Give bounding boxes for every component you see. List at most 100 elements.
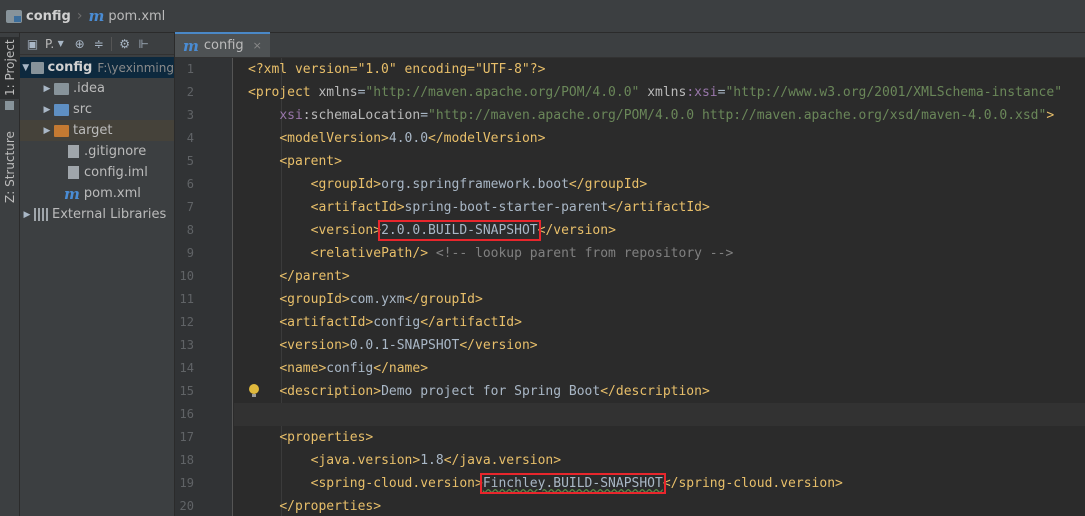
line-number: 14: [179, 361, 194, 375]
code-line: <spring-cloud.version>Finchley.BUILD-SNA…: [234, 472, 1085, 495]
editor-tab-bar: m config ×: [175, 32, 1085, 58]
collapsed-arrow-icon[interactable]: ▶: [20, 210, 34, 220]
project-tool-tab-label: 1: Project: [3, 39, 17, 97]
code-token: 0.0.1-SNAPSHOT: [349, 338, 460, 353]
code-token: >: [1046, 108, 1055, 123]
line-number: 9: [186, 246, 194, 260]
line-number-gutter: 1 2 3 4 5 6 7 8 9 10 11 12 13 14 15 16 1…: [175, 58, 233, 516]
locate-icon[interactable]: ⊕: [73, 37, 86, 51]
code-line: <java.version>1.8</java.version>: [234, 449, 1085, 472]
excluded-folder-icon: [54, 124, 69, 137]
tree-item-external-libraries[interactable]: ▶ External Libraries: [20, 204, 174, 225]
line-number: 18: [179, 453, 194, 467]
line-number: 10: [179, 269, 194, 283]
tool-icon[interactable]: [0, 101, 20, 115]
code-line: <project xmlns="http://maven.apache.org/…: [234, 81, 1085, 104]
code-token: xmlns: [318, 85, 358, 100]
code-token: Demo project for Spring Boot: [381, 384, 601, 399]
code-line: <version>2.0.0.BUILD-SNAPSHOT</version>: [234, 219, 1085, 242]
code-token: </spring-cloud.version>: [662, 476, 843, 491]
code-line: <relativePath/> <!-- lookup parent from …: [234, 242, 1085, 265]
code-token: </name>: [373, 361, 429, 376]
breadcrumb-file-label: pom.xml: [108, 8, 166, 24]
line-number: 12: [179, 315, 194, 329]
line-number: 17: [179, 430, 194, 444]
tree-item-target[interactable]: ▶ target: [20, 120, 174, 141]
code-line: <groupId>com.yxm</groupId>: [234, 288, 1085, 311]
breadcrumb-project[interactable]: config: [6, 9, 71, 24]
dropdown-arrow-icon[interactable]: ▼: [54, 37, 67, 50]
hide-panel-icon[interactable]: ⊩: [137, 37, 150, 51]
collapsed-arrow-icon[interactable]: ▶: [40, 126, 54, 136]
line-number: 3: [186, 108, 194, 122]
project-tool-tab[interactable]: 1: Project: [0, 37, 20, 99]
code-token: </groupId>: [568, 177, 648, 192]
code-token: <name>: [279, 361, 327, 376]
tree-item-config-iml[interactable]: config.iml: [20, 162, 174, 183]
tree-item-config[interactable]: ▼ config F:\yexinming: [20, 57, 174, 78]
code-token: com.yxm: [349, 292, 405, 307]
code-token: <java.version>: [310, 453, 421, 468]
breadcrumb-file[interactable]: m pom.xml: [88, 7, 165, 25]
code-token: </version>: [459, 338, 538, 353]
line-number: 5: [186, 154, 194, 168]
tree-item-label: External Libraries: [52, 207, 167, 222]
line-number: 20: [179, 499, 194, 513]
maven-icon: m: [64, 184, 80, 203]
code-token: <modelVersion>: [279, 131, 389, 146]
collapsed-arrow-icon[interactable]: ▶: [40, 105, 54, 115]
tree-item-pom[interactable]: m pom.xml: [20, 183, 174, 204]
settings-gear-icon[interactable]: ⚙: [118, 37, 131, 51]
line-number: 8: [186, 223, 194, 237]
code-token: config: [373, 315, 421, 330]
tree-item-label: target: [73, 123, 113, 138]
editor: m config × 1 2 3 4 5 6 7 8 9 10 11 12 13…: [175, 32, 1085, 516]
code-token: <parent>: [279, 154, 342, 169]
code-area[interactable]: <?xml version="1.0" encoding="UTF-8"?> <…: [234, 58, 1085, 516]
code-token: <relativePath/>: [310, 246, 429, 261]
code-token: <properties>: [279, 430, 374, 445]
code-token: 1.8: [420, 453, 444, 468]
editor-tab-config[interactable]: m config ×: [175, 32, 270, 57]
code-token: <version>: [310, 223, 382, 238]
line-number: 15: [179, 384, 194, 398]
library-icon: [34, 208, 48, 221]
project-view-icon: ▣: [26, 36, 39, 51]
code-token: <artifactId>: [310, 200, 405, 215]
project-toolbar: ▣ P. ▼ ⊕ ≑ ⚙ ⊩: [20, 33, 174, 55]
tree-item-gitignore[interactable]: .gitignore: [20, 141, 174, 162]
tree-item-src[interactable]: ▶ src: [20, 99, 174, 120]
code-line: </properties>: [234, 495, 1085, 516]
maven-icon: m: [183, 36, 199, 55]
code-token: "http://maven.apache.org/POM/4.0.0 http:…: [428, 108, 1047, 123]
iml-file-icon: [68, 166, 79, 179]
expand-arrow-icon[interactable]: ▼: [20, 63, 31, 73]
code-token: xsi: [279, 108, 303, 123]
tree-item-idea[interactable]: ▶ .idea: [20, 78, 174, 99]
line-number: 4: [186, 131, 194, 145]
line-number: 6: [186, 177, 194, 191]
code-line: <artifactId>spring-boot-starter-parent</…: [234, 196, 1085, 219]
code-line: <properties>: [234, 426, 1085, 449]
intention-bulb-icon[interactable]: [248, 384, 260, 398]
collapse-all-icon[interactable]: ≑: [92, 37, 105, 51]
tree-item-label: pom.xml: [83, 186, 141, 201]
code-token: </artifactId>: [608, 200, 710, 215]
module-folder-icon: [31, 61, 44, 74]
close-tab-icon[interactable]: ×: [253, 39, 262, 52]
code-line: <description>Demo project for Spring Boo…: [234, 380, 1085, 403]
code-line: <?xml version="1.0" encoding="UTF-8"?>: [234, 58, 1085, 81]
code-token: :xsi: [686, 85, 718, 100]
collapsed-arrow-icon[interactable]: ▶: [40, 84, 54, 94]
structure-tool-tab[interactable]: Z: Structure: [0, 125, 20, 209]
code-token: xmlns: [647, 85, 687, 100]
project-view-selector[interactable]: P.: [45, 37, 54, 51]
code-token: "http://www.w3.org/2001/XMLSchema-instan…: [725, 85, 1063, 100]
tree-item-label: config.iml: [84, 165, 148, 180]
tree-item-label: config: [47, 60, 93, 75]
code-token: <groupId>: [279, 292, 350, 307]
code-token: <version>: [279, 338, 350, 353]
code-token: </properties>: [279, 499, 382, 514]
code-token: :schemaLocation: [302, 108, 421, 123]
text-file-icon: [68, 145, 79, 158]
